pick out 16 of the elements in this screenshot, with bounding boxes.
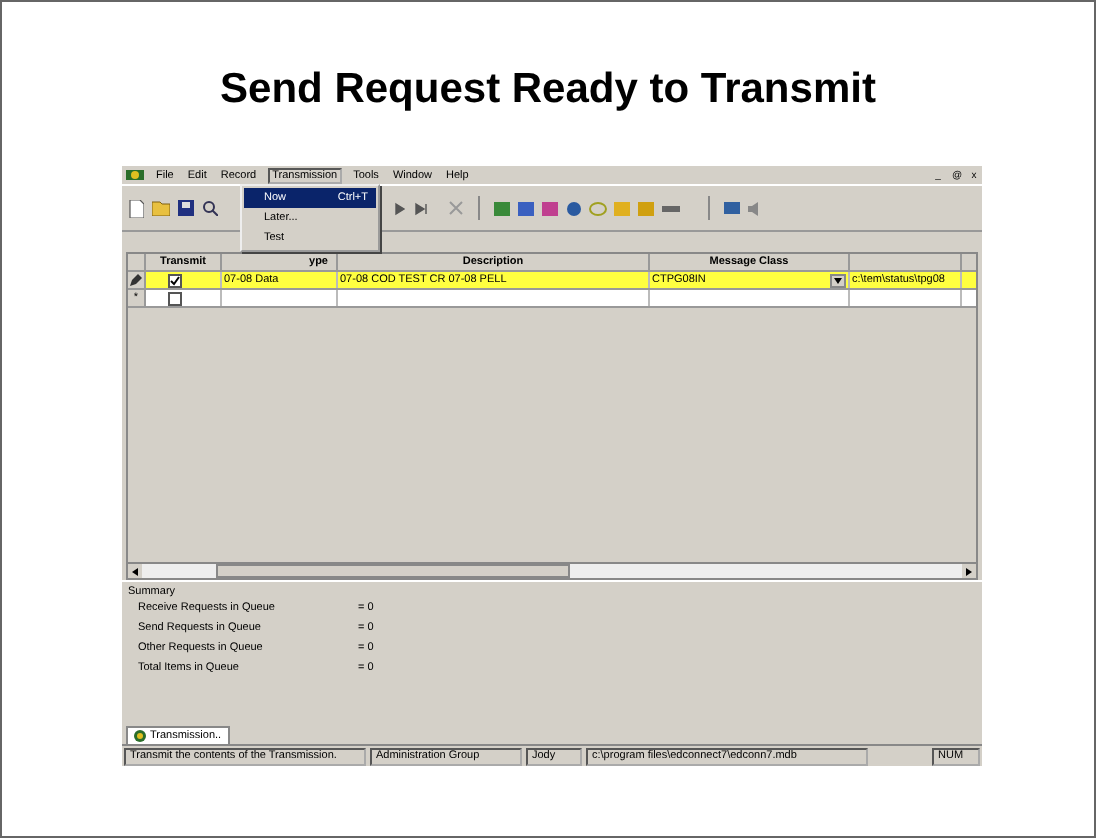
row-selector[interactable] [128,272,146,288]
pencil-icon [130,274,142,286]
dropdown-arrow-icon[interactable] [830,274,846,288]
scroll-left-arrow-icon[interactable] [132,567,138,575]
scrollbar-thumb[interactable] [216,564,570,578]
checkbox[interactable] [168,291,182,305]
computer-icon[interactable] [724,199,764,217]
app-icon [134,730,146,742]
checkbox[interactable] [168,273,182,287]
app-icon [126,168,144,182]
search-icon[interactable] [202,200,218,216]
slide-title: Send Request Ready to Transmit [218,66,878,116]
scroll-right-arrow-icon[interactable] [966,567,972,575]
new-page-icon[interactable] [128,199,144,217]
horizontal-scrollbar[interactable] [128,562,976,578]
save-icon[interactable] [178,200,194,216]
